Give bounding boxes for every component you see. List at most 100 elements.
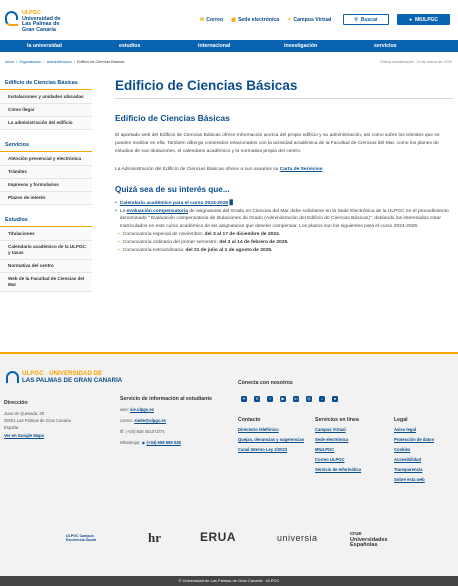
flickr-icon[interactable]: ● — [332, 396, 338, 402]
sie-web-link[interactable]: sie.ulpgc.es — [130, 407, 154, 412]
section-title: Edificio de Ciencias Básicas — [115, 113, 230, 123]
page-title: Edificio de Ciencias Básicas — [115, 78, 453, 99]
sidebar-group-title[interactable]: Servicios — [0, 140, 92, 152]
search-button[interactable]: ⚲ Buscar — [343, 14, 389, 25]
carta-servicios-link[interactable]: Carta de Servicios — [280, 167, 323, 172]
breadcrumb-administracion[interactable]: Administración — [47, 60, 72, 64]
x-icon[interactable]: ✕ — [254, 396, 260, 402]
breadcrumb: Inicio › Organización › Administración › Ed… — [5, 60, 125, 64]
pdf-icon: ▉ — [229, 200, 234, 206]
sobre-web-link[interactable]: Sobre esta web — [394, 475, 454, 485]
sidebar-item-tramites[interactable]: Trámites — [0, 166, 92, 179]
ulpgc-logo[interactable]: ULPGC Universidad de Las Palmas de Gran … — [5, 10, 61, 33]
sidebar-item-como-llegar[interactable]: Cómo llegar — [0, 104, 92, 117]
copyright-bar: © Universidad de Las Palmas de Gran Cana… — [0, 576, 458, 586]
whatsapp-link[interactable]: (+34) 608 599 038 — [146, 440, 180, 445]
list-item: • Calendario académico para el curso 202… — [115, 200, 234, 206]
google-maps-link[interactable]: Ver en Google Maps — [4, 431, 104, 441]
student-title: Servicio de información al estudiante — [120, 396, 212, 402]
last-updated: Última actualización: 13 de marzo de 202… — [380, 60, 452, 64]
sidebar-item-plazos[interactable]: Plazos de interés — [0, 192, 92, 205]
address-title: Dirección — [4, 400, 28, 406]
sidebar-item-instalaciones[interactable]: Instalaciones y unidades ubicadas — [0, 91, 92, 104]
cap-icon: ✧ — [287, 17, 292, 23]
breadcrumb-current: Edificio de Ciencias Básicas — [76, 60, 125, 64]
sidebar-group-title[interactable]: Estudios — [0, 215, 92, 227]
directorio-link[interactable]: Directorio telefónico — [238, 425, 308, 435]
correo-link[interactable]: Correo ULPGC — [315, 455, 387, 465]
miulpgc-link[interactable]: MIULPGC — [315, 445, 387, 455]
nav-item-servicios[interactable]: servicios — [374, 43, 397, 49]
facebook-icon[interactable]: f — [267, 396, 273, 402]
partner-logo-crue[interactable]: crue Universidades Españolas — [350, 531, 390, 549]
nav-item-investigacion[interactable]: investigación — [284, 43, 317, 49]
top-link-sede[interactable]: ▦ Sede electrónica — [231, 17, 279, 23]
logo-line-4: Gran Canaria — [22, 26, 56, 33]
informatica-link[interactable]: Servicio de Informática — [315, 465, 387, 475]
tiktok-icon[interactable]: ♪ — [319, 396, 325, 402]
partner-logos: ULPGC Campus Excelencia Social hr ERUA u… — [0, 530, 458, 554]
transparencia-link[interactable]: Transparencia — [394, 465, 454, 475]
bluesky-icon[interactable]: ✦ — [241, 396, 247, 402]
footer-online: Servicios en línea Campus Virtual Sede e… — [315, 417, 387, 475]
sede-link[interactable]: Sede electrónica — [315, 435, 387, 445]
quejas-link[interactable]: Quejas, denuncias y sugerencias — [238, 437, 308, 443]
sidebar-item-calendario[interactable]: Calendario académico de la ULPGC y tasas — [0, 241, 92, 260]
linkedin-icon[interactable]: in — [293, 396, 299, 402]
search-icon: ⚲ — [354, 16, 358, 23]
campus-virtual-link[interactable]: Campus Virtual — [315, 425, 387, 435]
sidebar-group-edificio: Edificio de Ciencias Básicas Instalacion… — [0, 78, 92, 130]
cookies-link[interactable]: Cookies — [394, 445, 454, 455]
sidebar-item-impresos[interactable]: Impresos y formularios — [0, 179, 92, 192]
ulpgc-logo-icon — [5, 11, 19, 27]
footer-contact: Contacto Directorio telefónico Quejas, d… — [238, 417, 308, 455]
whatsapp-icon: ◉ — [141, 440, 146, 445]
breadcrumb-inicio[interactable]: Inicio — [5, 60, 14, 64]
footer-legal: Legal Aviso legal Protección de datos Co… — [394, 417, 454, 485]
partner-logo-hr[interactable]: hr — [148, 530, 161, 546]
connect-title: Conecta con nosotros — [238, 380, 293, 386]
top-links: ✉ Correo ▦ Sede electrónica ✧ Campus Virtua… — [200, 17, 331, 23]
footer-logo[interactable]: ULPGC · UNIVERSIDAD DE LAS PALMAS DE GRA… — [6, 370, 122, 384]
partner-logo-universia[interactable]: universia — [277, 533, 318, 543]
sidebar-item-atencion[interactable]: Atención presencial y electrónica — [0, 153, 92, 166]
instagram-icon[interactable]: ◎ — [306, 396, 312, 402]
footer-address: Dirección Juan de Quesada, 30 35001 Las … — [4, 400, 104, 441]
sidebar-group-estudios: Estudios Titulaciones Calendario académi… — [0, 215, 92, 292]
sidebar-item-normativa[interactable]: Normativa del centro — [0, 260, 92, 273]
partner-logo-erua[interactable]: ERUA — [200, 530, 236, 544]
intro-paragraph: El apartado web del Edificio de Ciencias… — [115, 133, 440, 155]
period-item: • Convocatoria ordinaria del primer seme… — [118, 239, 289, 245]
period-item: • Convocatoria extraordinaria: del 21 de… — [118, 247, 273, 253]
sidebar-item-web-facultad[interactable]: Web de la Facultad de Ciencias del Mar — [0, 273, 92, 292]
ulpgc-logo-icon — [6, 371, 19, 383]
canal-interno-link[interactable]: Canal Interno Ley 2/2023 — [238, 445, 308, 455]
sie-email-link[interactable]: siede@ulpgc.es — [134, 418, 166, 423]
aviso-legal-link[interactable]: Aviso legal — [394, 425, 454, 435]
main-content: Edificio de Ciencias Básicas Edificio de… — [115, 78, 453, 254]
top-link-campus[interactable]: ✧ Campus Virtual — [287, 17, 331, 23]
miulpgc-button[interactable]: ● MIULPGC — [397, 14, 450, 25]
youtube-icon[interactable]: ▶ — [280, 396, 286, 402]
site-footer: ULPGC · UNIVERSIDAD DE LAS PALMAS DE GRA… — [0, 352, 458, 586]
grid-icon: ▦ — [231, 17, 236, 23]
interest-list: • Calendario académico para el curso 202… — [115, 200, 453, 255]
nav-item-universidad[interactable]: la universidad — [27, 43, 62, 49]
nav-item-estudios[interactable]: estudios — [119, 43, 140, 49]
sidebar-item-administracion[interactable]: La administración del edificio — [0, 117, 92, 130]
compensatoria-link[interactable]: evaluación compensatoria — [127, 209, 188, 214]
nav-item-internacional[interactable]: internacional — [198, 43, 230, 49]
partner-logo-campus[interactable]: ULPGC Campus Excelencia Social — [66, 534, 106, 543]
accesibilidad-link[interactable]: Accesibilidad — [394, 455, 454, 465]
social-links: ✦ ✕ f ▶ in ◎ ♪ ● — [241, 396, 338, 402]
breadcrumb-organizacion[interactable]: Organización — [19, 60, 41, 64]
mail-icon: ✉ — [200, 17, 205, 23]
interest-title: Quizá sea de su interés que... — [115, 184, 230, 194]
proteccion-datos-link[interactable]: Protección de datos — [394, 435, 454, 445]
sidebar-group-title[interactable]: Edificio de Ciencias Básicas — [0, 78, 92, 90]
sidebar-group-servicios: Servicios Atención presencial y electrón… — [0, 140, 92, 205]
site-header: ULPGC Universidad de Las Palmas de Gran … — [0, 0, 458, 40]
calendar-link[interactable]: Calendario académico para el curso 2024-… — [120, 201, 228, 206]
top-link-correo[interactable]: ✉ Correo — [200, 17, 223, 23]
sidebar-item-titulaciones[interactable]: Titulaciones — [0, 228, 92, 241]
